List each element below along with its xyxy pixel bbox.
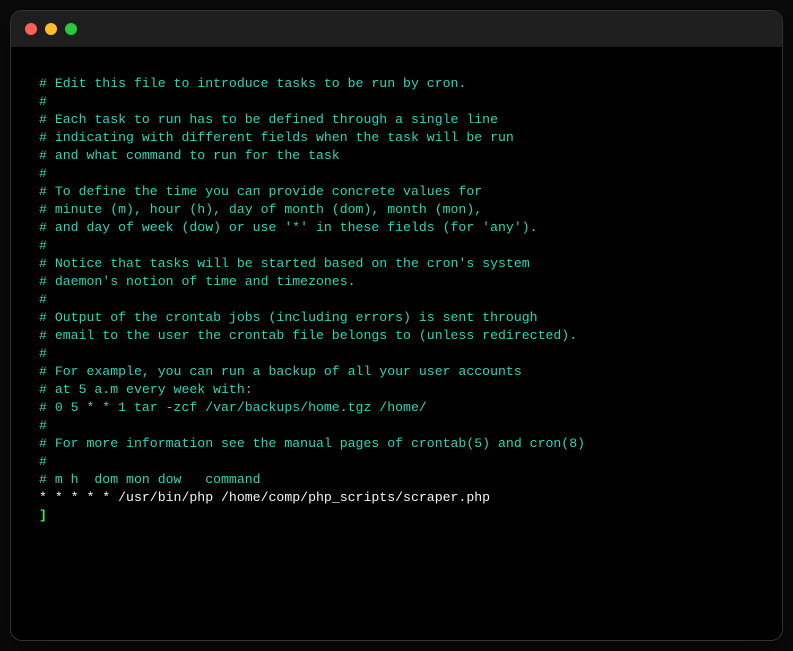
crontab-comment-line: # (39, 418, 47, 433)
crontab-comment-line: # Output of the crontab jobs (including … (39, 310, 538, 325)
crontab-comment-line: # and day of week (dow) or use '*' in th… (39, 220, 538, 235)
crontab-comment-line: # (39, 346, 47, 361)
crontab-comment-line: # 0 5 * * 1 tar -zcf /var/backups/home.t… (39, 400, 427, 415)
terminal-window: # Edit this file to introduce tasks to b… (10, 10, 783, 641)
crontab-command-line: * * * * * /usr/bin/php /home/comp/php_sc… (39, 490, 490, 505)
crontab-comment-line: # (39, 238, 47, 253)
crontab-comment-line: # (39, 454, 47, 469)
titlebar (11, 11, 782, 47)
crontab-comment-line: # and what command to run for the task (39, 148, 340, 163)
zoom-icon[interactable] (65, 23, 77, 35)
crontab-comment-line: # For more information see the manual pa… (39, 436, 585, 451)
crontab-comment-line: # minute (m), hour (h), day of month (do… (39, 202, 482, 217)
crontab-comment-line: # (39, 94, 47, 109)
crontab-comment-line: # at 5 a.m every week with: (39, 382, 253, 397)
crontab-comment-line: # daemon's notion of time and timezones. (39, 274, 356, 289)
crontab-comment-line: # To define the time you can provide con… (39, 184, 482, 199)
cursor-icon: ] (39, 508, 47, 523)
crontab-comment-line: # For example, you can run a backup of a… (39, 364, 522, 379)
crontab-comment-line: # Each task to run has to be defined thr… (39, 112, 498, 127)
crontab-comment-line: # indicating with different fields when … (39, 130, 514, 145)
crontab-comment-line: # email to the user the crontab file bel… (39, 328, 577, 343)
crontab-comment-line: # Edit this file to introduce tasks to b… (39, 76, 466, 91)
crontab-comment-line: # Notice that tasks will be started base… (39, 256, 530, 271)
minimize-icon[interactable] (45, 23, 57, 35)
crontab-comment-line: # m h dom mon dow command (39, 472, 261, 487)
close-icon[interactable] (25, 23, 37, 35)
crontab-comment-line: # (39, 292, 47, 307)
terminal-body[interactable]: # Edit this file to introduce tasks to b… (11, 47, 782, 640)
crontab-comment-line: # (39, 166, 47, 181)
